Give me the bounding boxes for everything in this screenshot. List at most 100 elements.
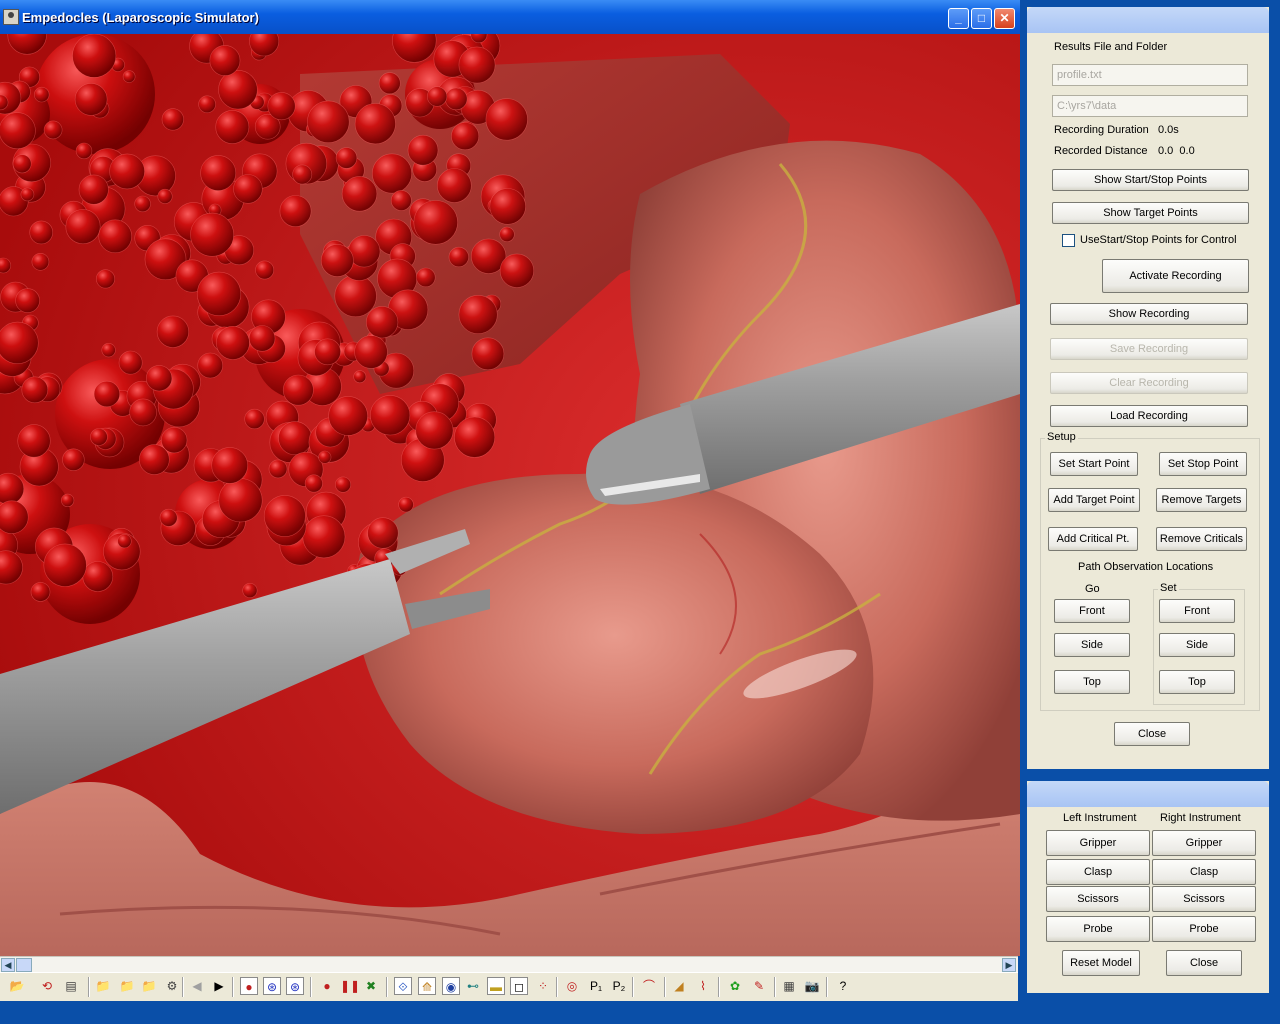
scroll-right-arrow[interactable]: ▶ [1002,958,1016,972]
window-title: Empedocles (Laparoscopic Simulator) [22,10,259,25]
go-front-button[interactable]: Front [1054,599,1130,623]
view-icon[interactable]: ⟐ [394,977,412,995]
cross-icon[interactable]: ✖ [362,977,380,995]
maximize-button[interactable]: □ [971,8,992,29]
toolbar-separator [556,977,558,997]
red-tool-icon[interactable]: ✎ [750,977,768,995]
help-icon[interactable]: ? [834,977,852,995]
left-instrument-label: Left Instrument [1063,812,1137,824]
show-recording-button[interactable]: Show Recording [1050,303,1248,325]
results-file-label: Results File and Folder [1054,41,1168,53]
open-file3-icon[interactable]: 📁 [140,977,158,995]
step-back-icon[interactable]: ◀ [188,977,206,995]
toolbar-separator [718,977,720,997]
show-start-stop-points-button[interactable]: Show Start/Stop Points [1052,169,1249,191]
arrows-icon[interactable]: ⟰ [418,977,436,995]
right-probe-button[interactable]: Probe [1152,916,1256,942]
set-top-button[interactable]: Top [1159,670,1235,694]
close-button[interactable]: ✕ [994,8,1015,29]
activate-recording-button[interactable]: Activate Recording [1102,259,1249,293]
set-front-button[interactable]: Front [1159,599,1235,623]
layers-icon[interactable]: ▬ [487,977,505,995]
go-record-icon[interactable]: ⊛ [263,977,281,995]
horizontal-scrollbar[interactable]: ◀ ▶ [0,956,1018,973]
remove-targets-button[interactable]: Remove Targets [1156,488,1247,512]
toolbar-separator [632,977,634,997]
title-bar[interactable]: Empedocles (Laparoscopic Simulator) _ □ … [0,0,1020,34]
use-start-stop-checkbox[interactable] [1062,234,1075,247]
red-dot-icon[interactable]: ● [318,977,336,995]
app-icon [3,9,19,25]
target-icon[interactable]: ◎ [563,977,581,995]
toolbar-separator [826,977,828,997]
main-window: Empedocles (Laparoscopic Simulator) _ □ … [0,0,1020,1001]
reset-model-button[interactable]: Reset Model [1062,950,1140,976]
toolbar-separator [664,977,666,997]
scatter-icon[interactable]: ⁘ [534,977,552,995]
results-folder-field[interactable]: C:\yrs7\data [1052,95,1248,117]
film-icon[interactable]: ▦ [780,977,798,995]
p1-icon[interactable]: P₁ [587,977,605,995]
instrument-close-button[interactable]: Close [1166,950,1242,976]
open-folder-icon[interactable]: 📂 [8,977,26,995]
right-instrument-label: Right Instrument [1160,812,1241,824]
instrument-panel-titlebar[interactable] [1027,781,1269,807]
scroll-left-arrow[interactable]: ◀ [1,958,15,972]
load-recording-button[interactable]: Load Recording [1050,405,1248,427]
link-icon[interactable]: ⊷ [464,977,482,995]
camera-icon[interactable]: 📷 [803,977,821,995]
left-gripper-button[interactable]: Gripper [1046,830,1150,856]
eye-icon[interactable]: ◉ [442,977,460,995]
graph-icon[interactable]: ⌇ [694,977,712,995]
setup-label: Setup [1045,431,1078,443]
recording-close-button[interactable]: Close [1114,722,1190,746]
set-label: Set [1158,582,1179,594]
add-target-point-button[interactable]: Add Target Point [1048,488,1140,512]
minimize-button[interactable]: _ [948,8,969,29]
pause-icon[interactable]: ❚❚ [340,977,360,995]
recording-panel: Results File and Folder profile.txt C:\y… [1024,4,1272,772]
go-record2-icon[interactable]: ⊛ [286,977,304,995]
tissue-icon[interactable]: ⌒ [640,977,658,995]
document-icon[interactable]: ▤ [62,977,80,995]
record-icon[interactable]: ● [240,977,258,995]
scroll-thumb[interactable] [16,958,32,972]
flag-icon[interactable]: ⟲ [38,977,56,995]
go-side-button[interactable]: Side [1054,633,1130,657]
recording-panel-titlebar[interactable] [1027,7,1269,33]
use-start-stop-label: UseStart/Stop Points for Control [1080,234,1237,246]
gear-icon[interactable]: ⚙ [163,977,181,995]
go-top-button[interactable]: Top [1054,670,1130,694]
toolbar-separator [182,977,184,997]
show-target-points-button[interactable]: Show Target Points [1052,202,1249,224]
remove-criticals-button[interactable]: Remove Criticals [1156,527,1247,551]
green-icon[interactable]: ✿ [726,977,744,995]
toolbar-separator [88,977,90,997]
surgical-scene [0,34,1020,956]
toolbar-separator [310,977,312,997]
p2-icon[interactable]: P₂ [610,977,628,995]
add-critical-point-button[interactable]: Add Critical Pt. [1048,527,1138,551]
open-file2-icon[interactable]: 📁 [118,977,136,995]
set-start-point-button[interactable]: Set Start Point [1050,452,1138,476]
open-file-icon[interactable]: 📁 [94,977,112,995]
recorded-distance-value: 0.0 0.0 [1158,145,1195,157]
left-clasp-button[interactable]: Clasp [1046,859,1150,885]
save-recording-button[interactable]: Save Recording [1050,338,1248,360]
frame-icon[interactable]: ◻ [510,977,528,995]
toolbar-separator [232,977,234,997]
path-observation-label: Path Observation Locations [1078,561,1214,573]
set-stop-point-button[interactable]: Set Stop Point [1159,452,1247,476]
right-scissors-button[interactable]: Scissors [1152,886,1256,912]
set-side-button[interactable]: Side [1159,633,1235,657]
results-file-field[interactable]: profile.txt [1052,64,1248,86]
left-scissors-button[interactable]: Scissors [1046,886,1150,912]
play-icon[interactable]: ▶ [210,977,228,995]
ramp-icon[interactable]: ◢ [670,977,688,995]
3d-surgical-viewport[interactable] [0,34,1020,956]
clear-recording-button[interactable]: Clear Recording [1050,372,1248,394]
right-gripper-button[interactable]: Gripper [1152,830,1256,856]
left-probe-button[interactable]: Probe [1046,916,1150,942]
right-clasp-button[interactable]: Clasp [1152,859,1256,885]
toolbar-separator [774,977,776,997]
